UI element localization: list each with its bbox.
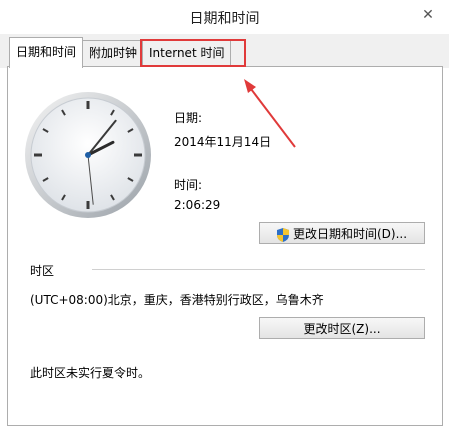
time-value: 2:06:29 <box>174 198 221 212</box>
analog-clock <box>25 92 151 218</box>
change-timezone-label: 更改时区(Z)... <box>303 322 381 336</box>
annotation-highlight-box <box>140 39 246 67</box>
change-datetime-label: 更改日期和时间(D)... <box>292 227 408 241</box>
change-datetime-button[interactable]: 更改日期和时间(D)... <box>259 222 425 244</box>
time-label: 时间: <box>174 178 203 192</box>
dst-note: 此时区未实行夏令时。 <box>30 366 151 380</box>
timezone-value: (UTC+08:00)北京，重庆，香港特别行政区，乌鲁木齐 <box>30 293 324 307</box>
close-button[interactable]: ✕ <box>417 5 439 25</box>
tab-additional-clocks[interactable]: 附加时钟 <box>82 40 145 65</box>
uac-shield-icon <box>276 227 289 242</box>
change-timezone-button[interactable]: 更改时区(Z)... <box>259 317 425 339</box>
timezone-divider <box>92 269 425 270</box>
tab-date-time[interactable]: 日期和时间 <box>9 37 84 68</box>
timezone-section-label: 时区 <box>30 264 55 278</box>
annotation-arrow <box>244 79 296 148</box>
title-bar: 日期和时间 ✕ <box>0 0 449 34</box>
window-title: 日期和时间 <box>189 11 260 27</box>
clock-center <box>85 152 91 158</box>
date-label: 日期: <box>174 111 203 125</box>
